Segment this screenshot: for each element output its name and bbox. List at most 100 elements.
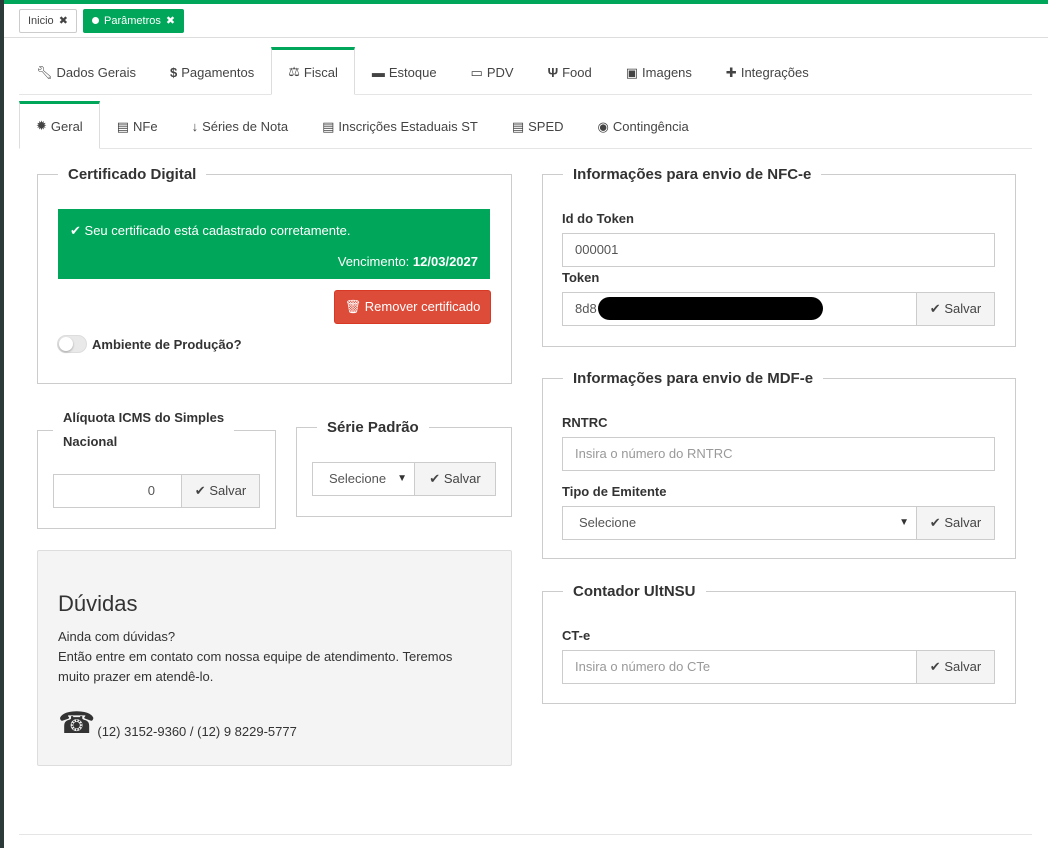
remove-certificate-button[interactable]: 🗑︎ Remover certificado: [334, 290, 491, 324]
tab-estoque[interactable]: ▬ Estoque: [355, 47, 454, 95]
rntrc-input[interactable]: Insira o número do RNTRC: [562, 437, 995, 471]
aliquota-title-line2: Nacional: [63, 434, 118, 449]
gear-icon: ✹: [36, 118, 47, 133]
remove-certificate-label: Remover certificado: [364, 299, 481, 314]
tab-label: PDV: [486, 65, 514, 80]
mdfe-title: Informações para envio de MDF-e: [573, 370, 814, 387]
token-save-button[interactable]: ✔ Salvar: [916, 292, 995, 326]
token-label: Token: [562, 270, 600, 285]
tab-geral[interactable]: ✹ Geral: [19, 101, 100, 149]
phone-contact: ☎ (12) 3152-9360 / (12) 9 8229-5777: [58, 707, 297, 740]
tab-imagens[interactable]: ▣ Imagens: [609, 47, 709, 95]
check-icon: ✔: [429, 471, 441, 486]
main-tabs: 🔧︎ Dados Gerais $ Pagamentos ⚖ Fiscal ▬ Esto…: [19, 47, 1032, 95]
vencimento: Vencimento: 12/03/2027: [338, 254, 478, 269]
tab-label: Dados Gerais: [56, 65, 136, 80]
vencimento-value: 12/03/2027: [412, 254, 478, 269]
tab-pdv[interactable]: ▭ PDV: [454, 47, 531, 95]
tab-label: Imagens: [642, 65, 692, 80]
close-icon[interactable]: ✖: [59, 15, 68, 27]
aliquota-input[interactable]: 0: [53, 474, 182, 508]
check-icon: ✔: [929, 515, 941, 530]
check-icon: ✔: [70, 223, 81, 238]
globe-icon: ◉: [597, 118, 609, 134]
tab-integracoes[interactable]: ✚ Integrações: [709, 47, 826, 95]
aliquota-title-line1: Alíquota ICMS do Simples: [63, 410, 225, 425]
tab-dados-gerais[interactable]: 🔧︎ Dados Gerais: [19, 47, 153, 95]
tipo-emitente-save-button[interactable]: ✔ Salvar: [916, 506, 995, 540]
tab-label: Séries de Nota: [202, 119, 289, 134]
check-icon: ✔: [929, 659, 941, 674]
image-icon: ▣: [625, 64, 639, 80]
trash-icon: 🗑︎: [344, 299, 362, 314]
wrench-icon: 🔧︎: [36, 64, 53, 80]
ambiente-producao-label: Ambiente de Produção?: [92, 337, 242, 352]
tab-label: Integrações: [740, 65, 809, 80]
page-tab-inicio[interactable]: Inicio ✖: [19, 9, 77, 33]
toggle-knob: [59, 337, 73, 351]
tab-label: SPED: [528, 119, 564, 134]
certificado-title: Certificado Digital: [68, 166, 197, 183]
cte-input[interactable]: Insira o número do CTe: [562, 650, 917, 684]
tab-series-de-nota[interactable]: ↓ Séries de Nota: [175, 101, 306, 149]
close-icon[interactable]: ✖: [166, 15, 175, 27]
id-token-label: Id do Token: [562, 211, 634, 226]
tab-label: Pagamentos: [181, 65, 255, 80]
tab-nfe[interactable]: ▤ NFe: [100, 101, 175, 149]
check-icon: ✔: [194, 483, 206, 498]
check-icon: ✔: [929, 301, 941, 316]
left-sidebar-edge: [0, 0, 4, 848]
file-text-icon: ▤: [322, 118, 335, 134]
tab-label: Geral: [50, 118, 83, 134]
aliquota-title: Alíquota ICMS do Simples Nacional: [53, 406, 234, 454]
footer-divider: [19, 834, 1032, 835]
tab-food[interactable]: Ψ Food: [531, 47, 609, 95]
duvidas-panel: Dúvidas Ainda com dúvidas? Então entre e…: [37, 550, 512, 766]
save-label: Salvar: [209, 483, 247, 498]
tab-label: Fiscal: [303, 64, 338, 80]
page-tab-parametros-label: Parâmetros: [104, 15, 161, 27]
tab-label: Estoque: [388, 65, 437, 80]
sort-numeric-icon: ↓: [191, 119, 199, 134]
phone-numbers: (12) 3152-9360 / (12) 9 8229-5777: [97, 724, 297, 739]
ultnsu-title: Contador UltNSU: [573, 583, 696, 600]
tab-label: Food: [562, 65, 592, 80]
desktop-icon: ▭: [470, 64, 483, 80]
tab-contingencia[interactable]: ◉ Contingência: [581, 101, 706, 149]
duvidas-text: Ainda com dúvidas? Então entre em contat…: [58, 627, 478, 687]
tab-sped[interactable]: ▤ SPED: [495, 101, 581, 149]
tipo-emitente-select[interactable]: Selecione ▼: [562, 506, 917, 540]
aliquota-save-button[interactable]: ✔ Salvar: [181, 474, 260, 508]
tab-inscricoes-estaduais-st[interactable]: ▤ Inscrições Estaduais ST: [305, 101, 495, 149]
serie-save-button[interactable]: ✔ Salvar: [414, 462, 496, 496]
save-label: Salvar: [944, 659, 982, 674]
cte-save-button[interactable]: ✔ Salvar: [916, 650, 995, 684]
file-text-icon: ▤: [511, 118, 525, 134]
archive-icon: ▬: [371, 65, 385, 80]
certificate-status-message: Seu certificado está cadastrado corretam…: [84, 223, 351, 238]
serie-padrao-select[interactable]: Selecione ▼: [312, 462, 415, 496]
tab-label: Inscrições Estaduais ST: [338, 119, 478, 134]
tipo-emitente-selected: Selecione: [579, 515, 637, 530]
certificate-status-alert: ✔ Seu certificado está cadastrado corret…: [58, 209, 490, 279]
serie-selected: Selecione: [329, 471, 387, 486]
save-label: Salvar: [443, 471, 481, 486]
nfce-title: Informações para envio de NFC-e: [573, 166, 812, 183]
tipo-emitente-label: Tipo de Emitente: [562, 484, 667, 499]
tab-pagamentos[interactable]: $ Pagamentos: [153, 47, 271, 95]
tab-fiscal[interactable]: ⚖ Fiscal: [271, 47, 355, 95]
dollar-icon: $: [170, 65, 178, 80]
sub-tabs: ✹ Geral ▤ NFe ↓ Séries de Nota ▤ Inscrições …: [19, 101, 1032, 149]
save-label: Salvar: [944, 301, 982, 316]
balance-scale-icon: ⚖: [288, 64, 300, 79]
duvidas-line1: Ainda com dúvidas?: [58, 629, 176, 644]
page-tab-parametros[interactable]: Parâmetros ✖: [83, 9, 185, 33]
active-dot-icon: [92, 17, 99, 24]
duvidas-title: Dúvidas: [58, 591, 138, 616]
ambiente-producao-toggle[interactable]: [57, 335, 87, 353]
id-token-input[interactable]: 000001: [562, 233, 995, 267]
tab-label: Contingência: [612, 119, 689, 134]
file-icon: ▤: [116, 118, 129, 134]
rntrc-label: RNTRC: [562, 415, 608, 430]
phone-icon: ☎: [58, 707, 96, 740]
